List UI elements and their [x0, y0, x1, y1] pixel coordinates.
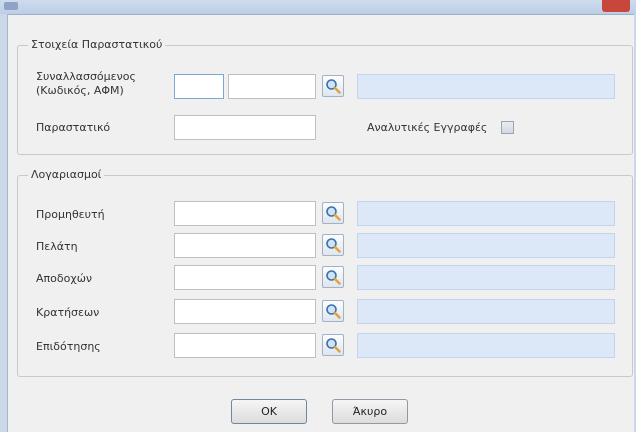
- customer-account-label: Πελάτη: [36, 240, 78, 253]
- supplier-account-label: Προμηθευτή: [36, 208, 105, 221]
- supplier-account-description: [357, 201, 615, 226]
- app-icon: [4, 2, 18, 10]
- deductions-account-label: Κρατήσεων: [36, 306, 100, 319]
- window-title: [28, 0, 288, 12]
- earnings-account-search-button[interactable]: [322, 266, 344, 288]
- subsidy-account-label: Επιδότησης: [36, 340, 101, 353]
- customer-account-search-button[interactable]: [322, 234, 344, 256]
- deductions-account-search-button[interactable]: [322, 300, 344, 322]
- window-titlebar: [0, 0, 636, 15]
- counterparty-sublabel: (Κωδικός, ΑΦΜ): [36, 84, 124, 97]
- document-label: Παραστατικό: [36, 121, 111, 134]
- earnings-account-label: Αποδοχών: [36, 272, 93, 285]
- cancel-button[interactable]: Άκυρο: [332, 399, 408, 424]
- magnifier-icon: [326, 338, 341, 353]
- customer-account-description: [357, 233, 615, 258]
- counterparty-vat-input[interactable]: [228, 74, 316, 99]
- magnifier-icon: [326, 238, 341, 253]
- accounts-legend: Λογαριασμοί: [28, 168, 105, 181]
- document-details-group: Στοιχεία Παραστατικού: [17, 38, 633, 155]
- detailed-entries-checkbox[interactable]: [501, 121, 514, 134]
- supplier-account-input[interactable]: [174, 201, 316, 226]
- earnings-account-description: [357, 265, 615, 290]
- close-button[interactable]: [602, 0, 630, 12]
- deductions-account-input[interactable]: [174, 299, 316, 324]
- magnifier-icon: [326, 270, 341, 285]
- detailed-entries-label: Αναλυτικές Εγγραφές: [367, 121, 488, 134]
- counterparty-label: Συναλλασσόμενος: [36, 70, 136, 83]
- counterparty-search-button[interactable]: [322, 75, 344, 97]
- deductions-account-description: [357, 299, 615, 324]
- ok-button[interactable]: OK: [231, 399, 307, 424]
- window-frame-left: [0, 14, 8, 432]
- supplier-account-search-button[interactable]: [322, 202, 344, 224]
- subsidy-account-input[interactable]: [174, 333, 316, 358]
- magnifier-icon: [326, 304, 341, 319]
- earnings-account-input[interactable]: [174, 265, 316, 290]
- magnifier-icon: [326, 79, 341, 94]
- subsidy-account-description: [357, 333, 615, 358]
- magnifier-icon: [326, 206, 341, 221]
- counterparty-code-input[interactable]: [174, 74, 224, 99]
- customer-account-input[interactable]: [174, 233, 316, 258]
- document-details-legend: Στοιχεία Παραστατικού: [28, 38, 166, 51]
- document-input[interactable]: [174, 115, 316, 140]
- subsidy-account-search-button[interactable]: [322, 334, 344, 356]
- counterparty-name-field: [357, 74, 615, 99]
